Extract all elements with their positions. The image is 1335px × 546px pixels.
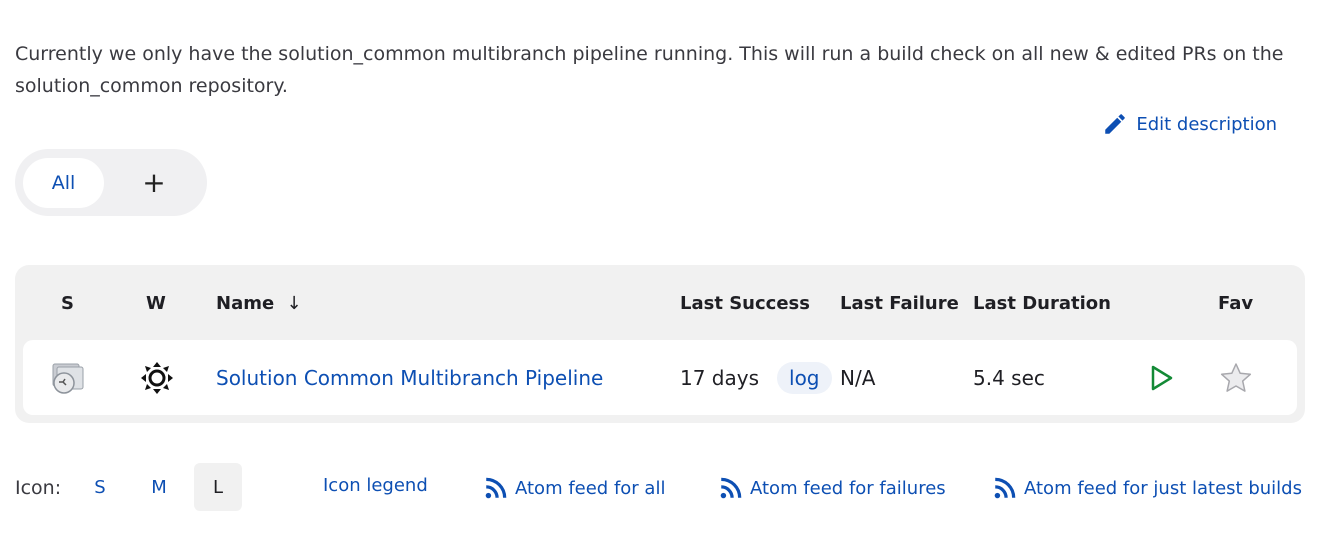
column-header-name-label: Name [216,293,275,314]
jobs-table: S W Name ↓ Last Success Last Failure Las… [15,265,1305,423]
edit-description-link[interactable]: Edit description [1102,111,1277,137]
edit-description-label: Edit description [1136,113,1277,135]
log-link[interactable]: log [777,361,832,394]
last-failure-value: N/A [840,365,876,390]
column-header-name[interactable]: Name ↓ [216,293,302,314]
column-header-weather[interactable]: W [146,293,166,314]
column-header-fav[interactable]: Fav [1218,293,1253,314]
status-cell [49,340,89,415]
column-header-last-duration[interactable]: Last Duration [973,293,1111,314]
job-name-link[interactable]: Solution Common Multibranch Pipeline [216,366,603,390]
atom-feed-latest-label: Atom feed for just latest builds [1024,477,1302,499]
column-header-last-success[interactable]: Last Success [680,293,810,314]
tab-all[interactable]: All [23,157,104,208]
sort-arrow-icon: ↓ [286,293,302,314]
play-icon[interactable] [1146,363,1176,393]
icon-legend-link[interactable]: Icon legend [323,475,428,496]
sun-weather-icon [141,361,173,394]
folder-pipeline-icon [52,363,84,394]
icon-legend-label: Icon legend [323,475,428,496]
icon-size-m-button[interactable]: M [135,463,183,511]
atom-feed-failures-link[interactable]: Atom feed for failures [718,475,946,501]
atom-feed-all-label: Atom feed for all [515,477,666,499]
job-name-cell: Solution Common Multibranch Pipeline [216,340,603,415]
last-duration-value: 5.4 sec [973,365,1045,390]
icon-size-s-button[interactable]: S [76,463,124,511]
last-duration-cell: 5.4 sec [973,340,1045,415]
atom-feed-all-link[interactable]: Atom feed for all [483,475,665,501]
star-icon[interactable] [1219,361,1253,395]
weather-cell [140,340,174,415]
pencil-icon [1105,114,1126,134]
atom-feed-latest-link[interactable]: Atom feed for just latest builds [992,475,1302,501]
view-description: Currently we only have the solution_comm… [15,43,1284,97]
last-success-cell: 17 days log [680,340,832,415]
column-header-status[interactable]: S [61,293,74,314]
view-tabs: All + [15,149,207,216]
fav-cell [1219,340,1253,415]
last-failure-cell: N/A [840,340,875,415]
rss-icon [485,477,507,499]
rss-icon [720,477,742,499]
atom-feed-failures-label: Atom feed for failures [750,477,946,499]
add-view-button[interactable]: + [134,163,174,203]
table-row: Solution Common Multibranch Pipeline 17 … [23,340,1297,415]
footer-bar: Icon: S M L Icon legend Atom feed for al… [15,463,1305,511]
icon-size-label: Icon: [15,477,62,499]
icon-size-l-button[interactable]: L [194,463,242,511]
column-header-last-failure[interactable]: Last Failure [840,293,959,314]
build-cell [1146,340,1176,415]
last-success-value: 17 days [680,365,760,390]
rss-icon [994,477,1016,499]
